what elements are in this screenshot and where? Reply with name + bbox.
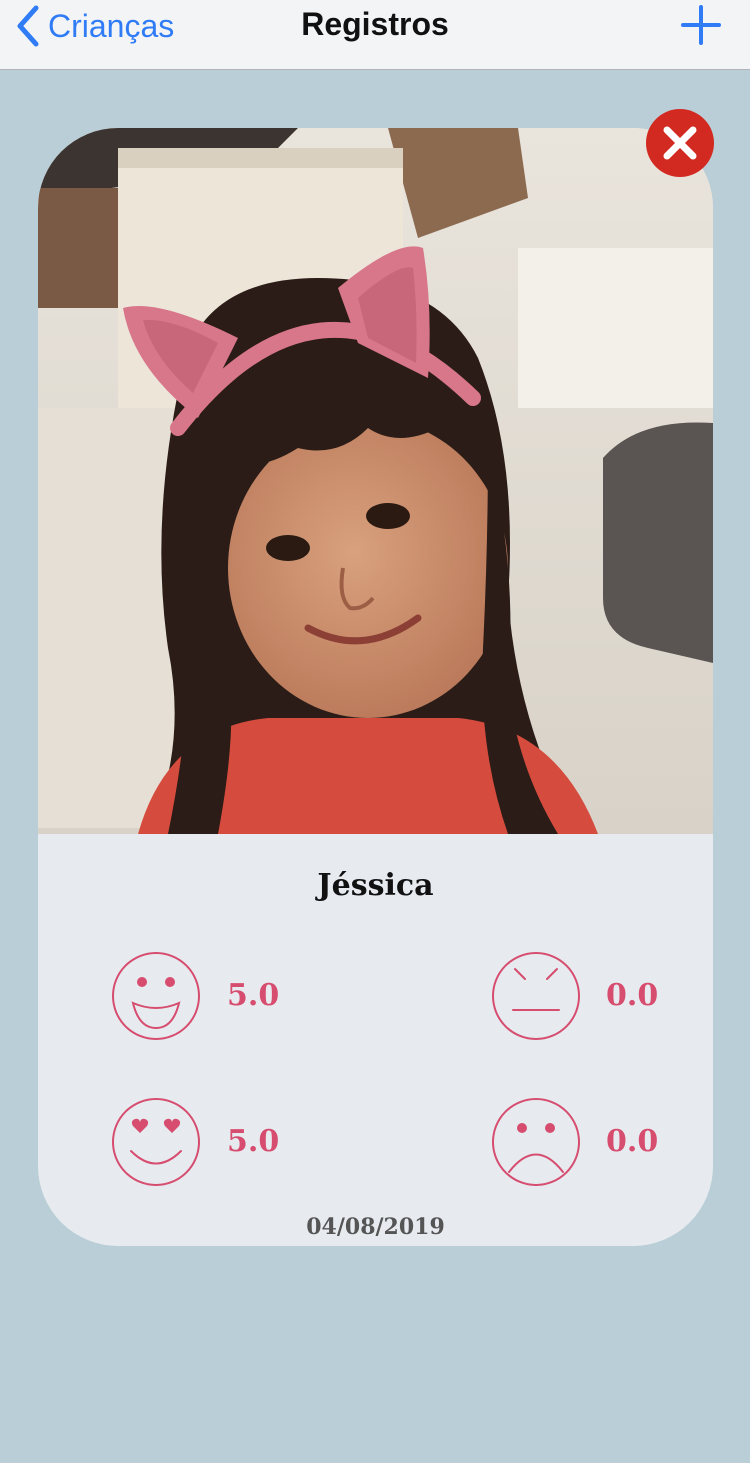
annoyed-score: 0.0 (606, 978, 659, 1013)
plus-icon (681, 5, 721, 45)
add-button[interactable] (680, 4, 722, 46)
child-name: Jéssica (317, 868, 434, 903)
annoyed-face-icon (491, 951, 581, 1041)
happy-score: 5.0 (227, 978, 280, 1013)
close-icon (646, 109, 714, 177)
love-score: 5.0 (227, 1124, 280, 1159)
navigation-bar: Crianças Registros (0, 0, 750, 70)
page-title: Registros (301, 6, 449, 42)
record-date: 04/08/2019 (306, 1214, 445, 1240)
child-photo (38, 128, 713, 834)
record-card (38, 128, 713, 1246)
happy-face-icon (111, 951, 201, 1041)
delete-record-button[interactable] (646, 109, 714, 177)
sad-face-icon (491, 1097, 581, 1187)
sad-score: 0.0 (606, 1124, 659, 1159)
heart-eyes-face-icon (111, 1097, 201, 1187)
